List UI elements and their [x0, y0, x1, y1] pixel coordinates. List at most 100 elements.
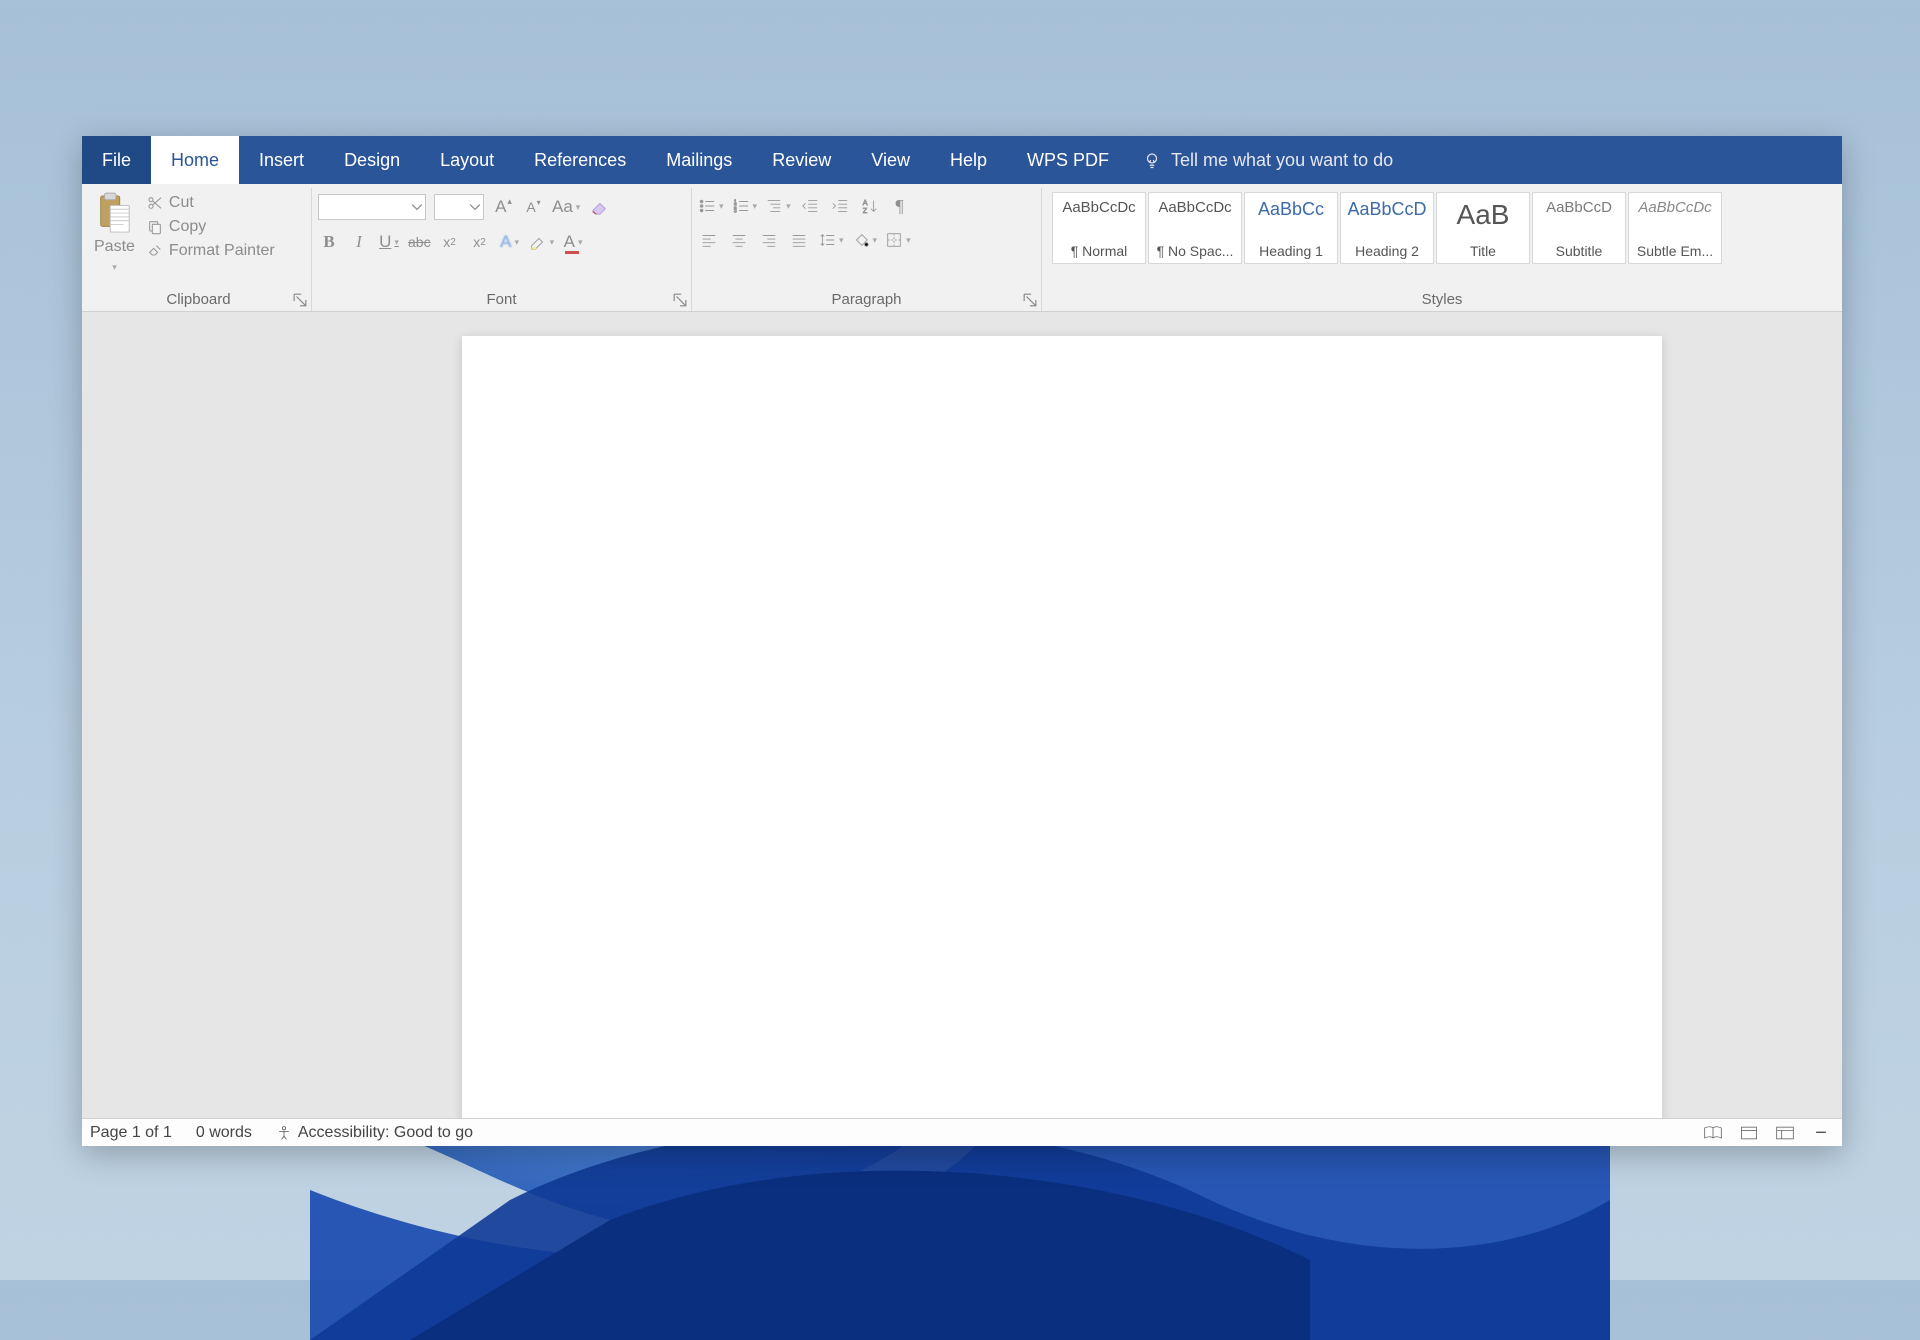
- tab-references[interactable]: References: [514, 136, 646, 184]
- justify-icon: [790, 231, 808, 249]
- lightbulb-icon: [1143, 151, 1161, 169]
- style-nospac[interactable]: AaBbCcDc¶ No Spac...: [1148, 192, 1242, 264]
- style-name: Subtitle: [1556, 243, 1603, 259]
- numbering-button[interactable]: 123▾: [732, 194, 758, 218]
- decrease-indent-button[interactable]: [799, 194, 821, 218]
- group-clipboard: Paste ▾ Cut Copy Format Painter: [86, 188, 312, 311]
- italic-button[interactable]: I: [348, 230, 370, 254]
- style-normal[interactable]: AaBbCcDc¶ Normal: [1052, 192, 1146, 264]
- style-sample: AaBbCc: [1258, 199, 1324, 220]
- borders-button[interactable]: ▾: [885, 228, 911, 252]
- tab-design[interactable]: Design: [324, 136, 420, 184]
- word-window: File Home Insert Design Layout Reference…: [82, 136, 1842, 1146]
- change-case-button[interactable]: Aa▾: [552, 195, 580, 219]
- align-left-button[interactable]: [698, 228, 720, 252]
- text-effects-button[interactable]: A▾: [499, 230, 521, 254]
- dialog-launcher-icon: [293, 293, 307, 307]
- read-mode-button[interactable]: [1700, 1123, 1726, 1143]
- style-subtleem[interactable]: AaBbCcDc Subtle Em...: [1628, 192, 1722, 264]
- sort-button[interactable]: AZ: [859, 194, 881, 218]
- number-list-icon: 123: [732, 197, 750, 215]
- tab-file[interactable]: File: [82, 136, 151, 184]
- tab-wps-pdf[interactable]: WPS PDF: [1007, 136, 1129, 184]
- font-launcher[interactable]: [673, 293, 687, 307]
- tab-layout[interactable]: Layout: [420, 136, 514, 184]
- style-name: Title: [1470, 243, 1496, 259]
- read-mode-icon: [1703, 1125, 1723, 1141]
- tell-me-search[interactable]: Tell me what you want to do: [1129, 136, 1407, 184]
- line-spacing-icon: [818, 231, 836, 249]
- strikethrough-button[interactable]: abc: [408, 230, 431, 254]
- paragraph-launcher[interactable]: [1023, 293, 1037, 307]
- font-size-combo[interactable]: [434, 194, 484, 220]
- cut-label: Cut: [169, 194, 194, 212]
- style-sample: AaBbCcDc: [1638, 199, 1711, 216]
- clipboard-launcher[interactable]: [293, 293, 307, 307]
- style-subtitle[interactable]: AaBbCcD Subtitle: [1532, 192, 1626, 264]
- tab-home[interactable]: Home: [151, 136, 239, 184]
- svg-text:Z: Z: [862, 206, 867, 215]
- align-center-button[interactable]: [728, 228, 750, 252]
- print-layout-button[interactable]: [1736, 1123, 1762, 1143]
- line-spacing-button[interactable]: ▾: [818, 228, 844, 252]
- document-area[interactable]: [82, 312, 1842, 1118]
- superscript-button[interactable]: x2: [469, 230, 491, 254]
- status-page[interactable]: Page 1 of 1: [90, 1124, 172, 1142]
- grow-font-button[interactable]: A▴: [492, 195, 514, 219]
- chevron-down-icon: ▾: [112, 262, 117, 273]
- style-name: Subtle Em...: [1637, 243, 1713, 259]
- status-accessibility[interactable]: Accessibility: Good to go: [276, 1124, 473, 1142]
- align-right-button[interactable]: [758, 228, 780, 252]
- clear-formatting-button[interactable]: [588, 195, 610, 219]
- align-left-icon: [700, 231, 718, 249]
- shrink-font-button[interactable]: A▾: [522, 195, 544, 219]
- justify-button[interactable]: [788, 228, 810, 252]
- tab-help[interactable]: Help: [930, 136, 1007, 184]
- paste-button[interactable]: Paste ▾: [92, 190, 141, 288]
- copy-button[interactable]: Copy: [147, 218, 275, 236]
- chevron-down-icon: [411, 201, 423, 213]
- increase-indent-button[interactable]: [829, 194, 851, 218]
- bullets-button[interactable]: ▾: [698, 194, 724, 218]
- dialog-launcher-icon: [1023, 293, 1037, 307]
- style-name: Heading 2: [1355, 243, 1419, 259]
- status-word-count[interactable]: 0 words: [196, 1124, 252, 1142]
- font-color-button[interactable]: A ▾: [562, 230, 584, 254]
- format-painter-button[interactable]: Format Painter: [147, 242, 275, 260]
- web-layout-button[interactable]: [1772, 1123, 1798, 1143]
- status-accessibility-label: Accessibility: Good to go: [298, 1124, 473, 1142]
- clipboard-paste-icon: [95, 192, 133, 236]
- align-center-icon: [730, 231, 748, 249]
- align-right-icon: [760, 231, 778, 249]
- borders-icon: [885, 231, 903, 249]
- style-sample: AaB: [1457, 199, 1510, 231]
- zoom-out-button[interactable]: −: [1808, 1123, 1834, 1143]
- font-family-combo[interactable]: [318, 194, 426, 220]
- style-sample: AaBbCcD: [1546, 199, 1612, 216]
- style-heading2[interactable]: AaBbCcD Heading 2: [1340, 192, 1434, 264]
- document-page[interactable]: [462, 336, 1662, 1118]
- highlight-button[interactable]: ▾: [529, 230, 555, 254]
- cut-button[interactable]: Cut: [147, 194, 275, 212]
- tab-view[interactable]: View: [851, 136, 930, 184]
- shading-button[interactable]: ▾: [852, 228, 878, 252]
- style-title[interactable]: AaB Title: [1436, 192, 1530, 264]
- style-sample: AaBbCcD: [1347, 199, 1426, 220]
- bold-button[interactable]: B: [318, 230, 340, 254]
- web-layout-icon: [1775, 1125, 1795, 1141]
- chevron-down-icon: [469, 201, 481, 213]
- tell-me-label: Tell me what you want to do: [1171, 150, 1393, 171]
- outdent-icon: [801, 197, 819, 215]
- underline-button[interactable]: U▾: [378, 230, 400, 254]
- multilevel-list-button[interactable]: ▾: [765, 194, 791, 218]
- subscript-button[interactable]: x2: [439, 230, 461, 254]
- paintbrush-icon: [147, 243, 163, 259]
- accessibility-icon: [276, 1125, 292, 1141]
- style-heading1[interactable]: AaBbCcHeading 1: [1244, 192, 1338, 264]
- tab-review[interactable]: Review: [752, 136, 851, 184]
- style-name: ¶ Normal: [1071, 243, 1128, 259]
- show-marks-button[interactable]: ¶: [889, 194, 911, 218]
- tab-insert[interactable]: Insert: [239, 136, 324, 184]
- group-paragraph: ▾ 123▾ ▾ AZ ¶ ▾ ▾: [692, 188, 1042, 311]
- tab-mailings[interactable]: Mailings: [646, 136, 752, 184]
